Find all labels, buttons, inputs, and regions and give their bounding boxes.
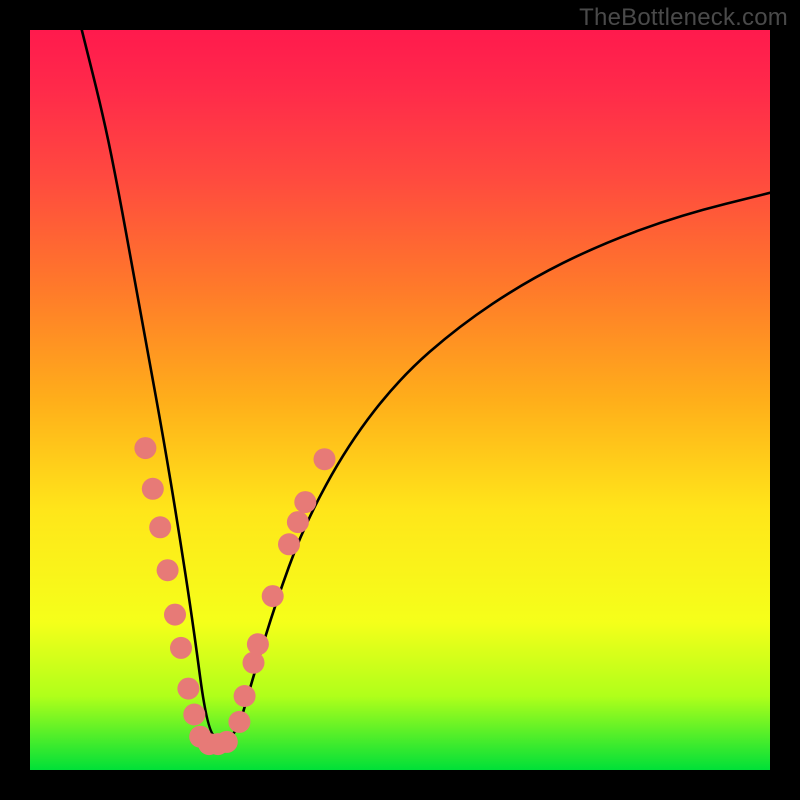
- highlight-dot: [294, 491, 316, 513]
- highlight-dot: [164, 604, 186, 626]
- highlight-dot: [247, 633, 269, 655]
- highlight-dot: [198, 733, 220, 755]
- highlight-dot: [207, 733, 229, 755]
- highlight-dot: [234, 685, 256, 707]
- highlight-dot: [189, 726, 211, 748]
- highlight-dot: [287, 511, 309, 533]
- highlight-dot: [149, 516, 171, 538]
- highlight-dot: [228, 711, 250, 733]
- chart-frame: TheBottleneck.com: [0, 0, 800, 800]
- highlight-dot: [142, 478, 164, 500]
- highlight-dot: [314, 448, 336, 470]
- highlight-dots: [134, 437, 335, 755]
- highlight-dot: [134, 437, 156, 459]
- plot-area: [30, 30, 770, 770]
- highlight-dot: [216, 731, 238, 753]
- watermark-text: TheBottleneck.com: [579, 4, 788, 32]
- highlight-dot: [278, 533, 300, 555]
- highlight-dot: [183, 704, 205, 726]
- curve-layer: [30, 30, 770, 770]
- highlight-dot: [262, 585, 284, 607]
- highlight-dot: [170, 637, 192, 659]
- highlight-dot: [177, 678, 199, 700]
- highlight-dot: [157, 559, 179, 581]
- bottleneck-curve: [82, 30, 770, 739]
- highlight-dot: [243, 652, 265, 674]
